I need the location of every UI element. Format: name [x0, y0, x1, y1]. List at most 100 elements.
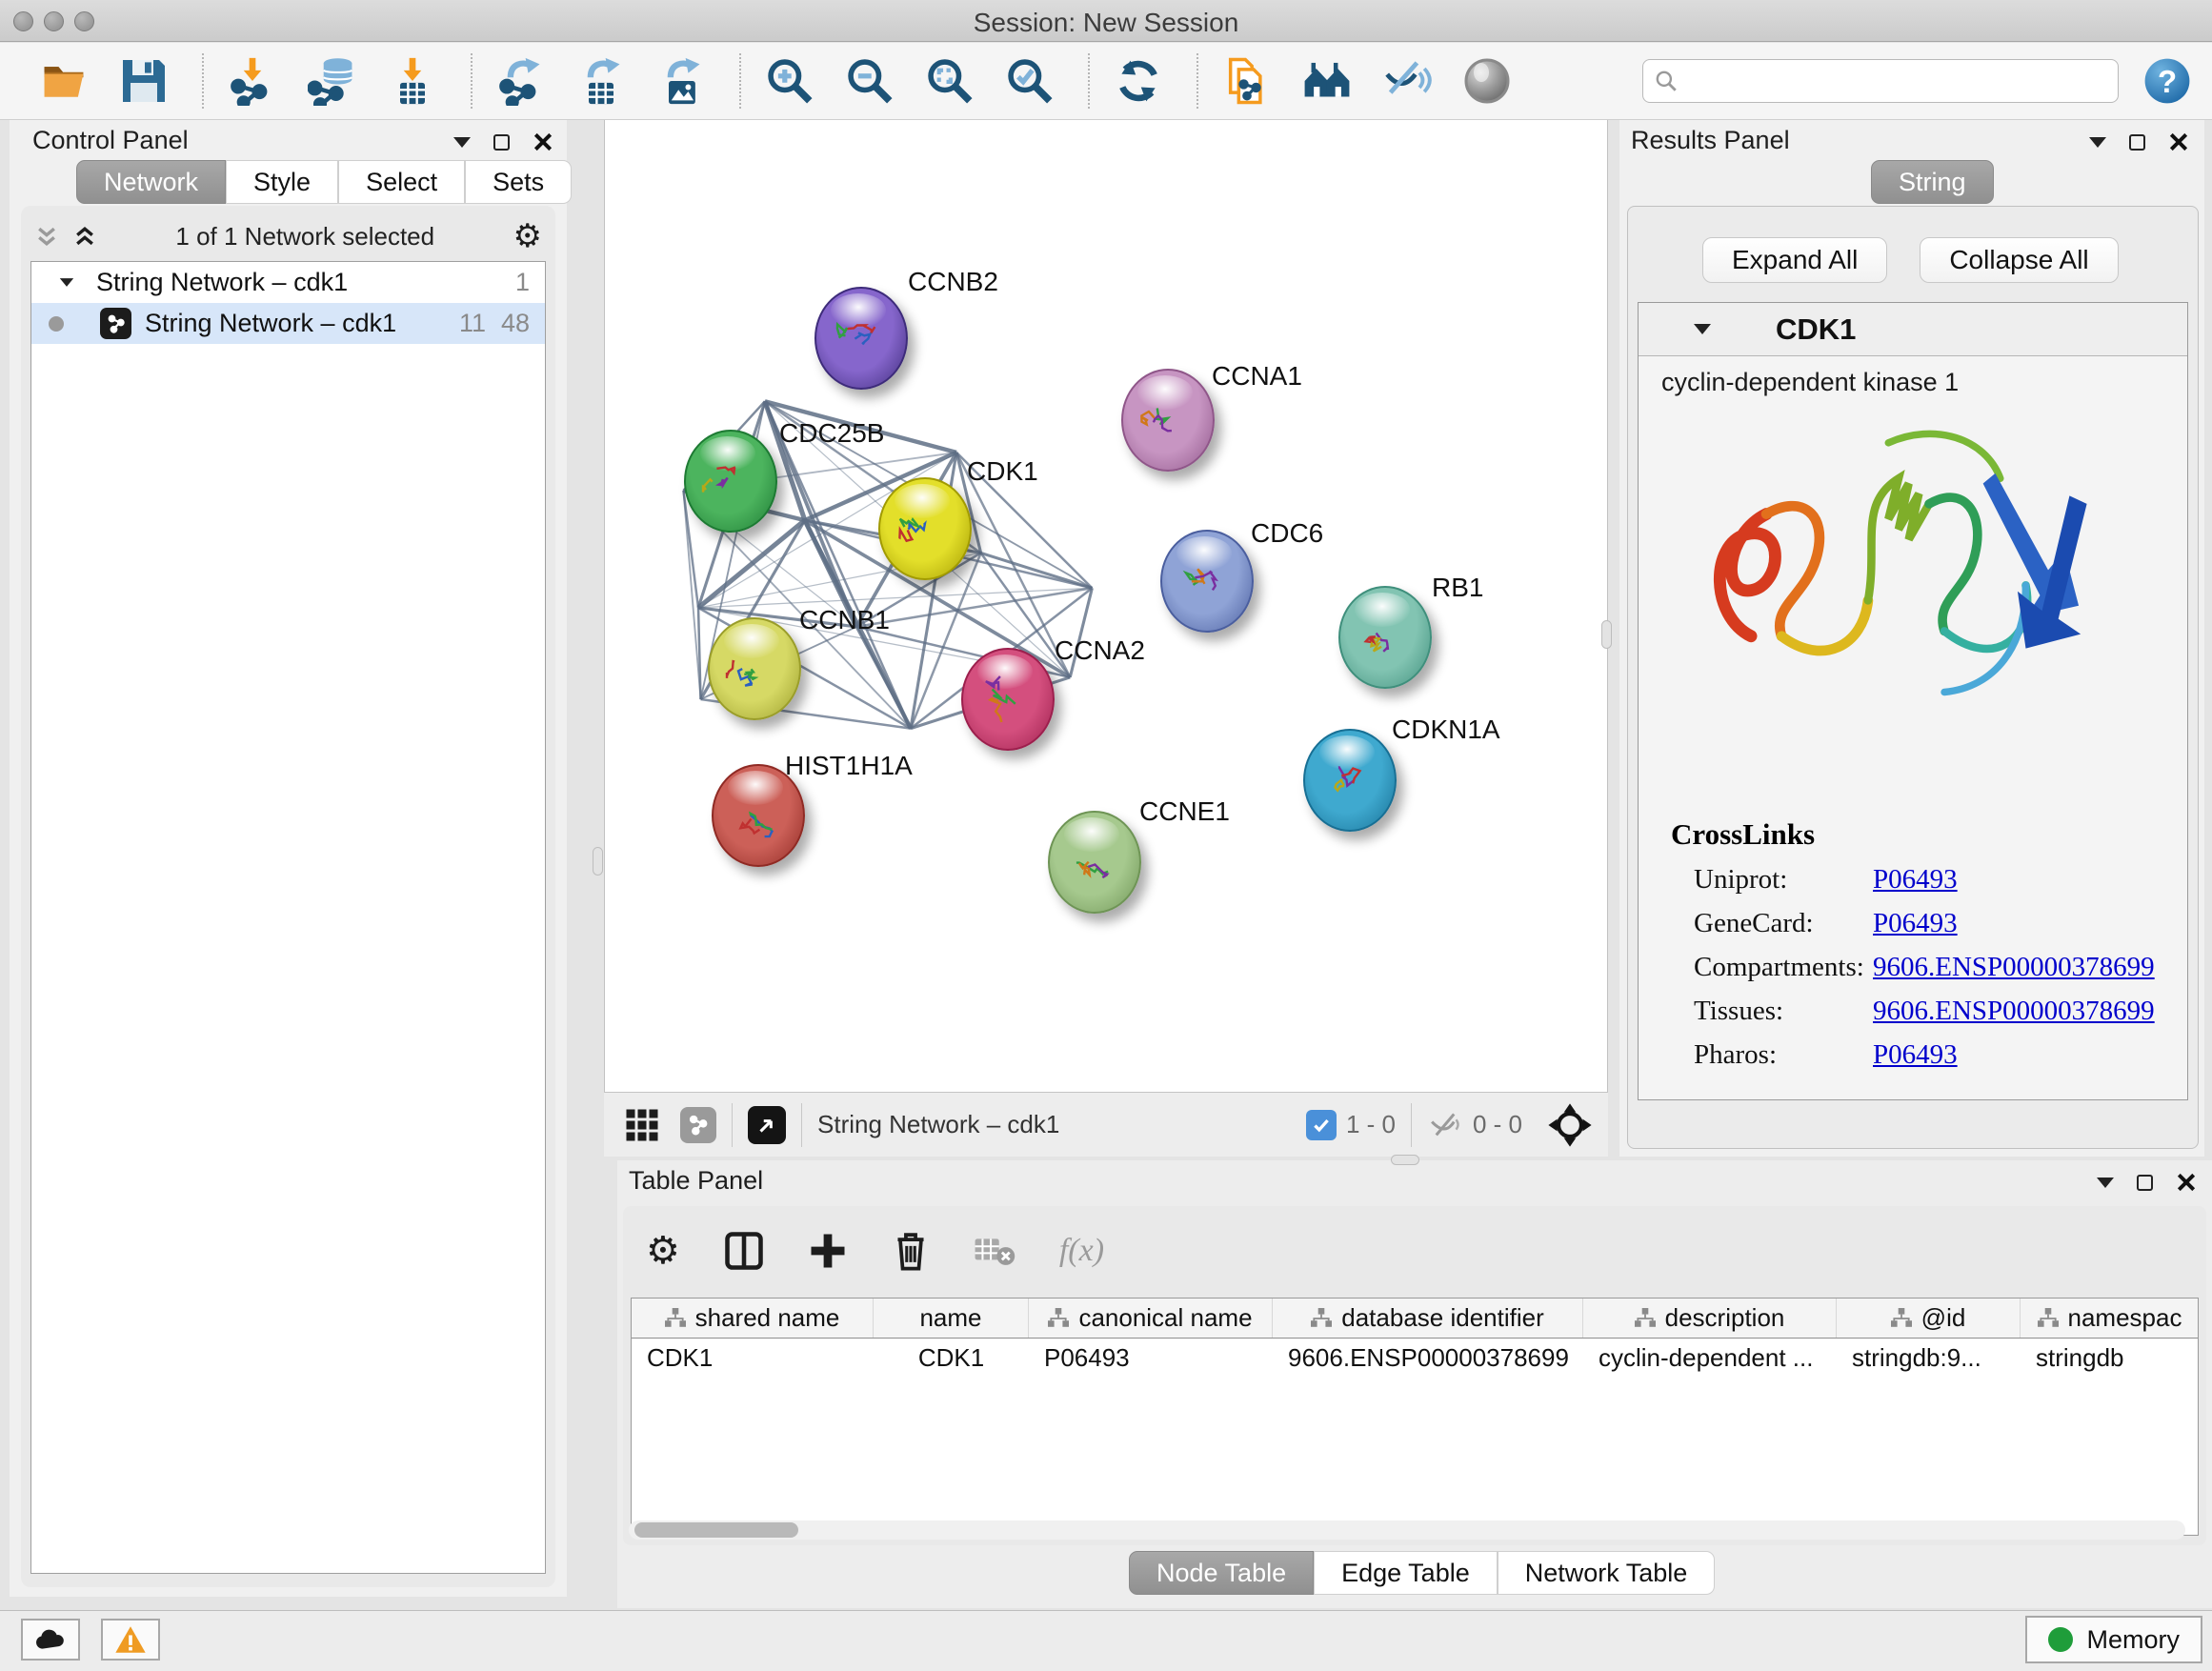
table-cell[interactable]: CDK1 — [874, 1339, 1029, 1377]
network-tab-content: 1 of 1 Network selected ⚙ String Network… — [21, 206, 555, 1587]
table-cell[interactable]: stringdb:9... — [1837, 1339, 2021, 1377]
zoom-selected-icon[interactable] — [1002, 53, 1057, 109]
column-header-database-identifier[interactable]: database identifier — [1273, 1299, 1583, 1338]
results-panel: Results Panel String Expand All Collapse… — [1619, 120, 2204, 1157]
horizontal-scrollbar[interactable] — [629, 1520, 2185, 1540]
section-expander-icon[interactable] — [1694, 324, 1711, 334]
table-cell[interactable]: P06493 — [1029, 1339, 1273, 1377]
panel-menu-icon[interactable] — [2089, 137, 2106, 148]
gene-section-header[interactable]: CDK1 — [1639, 303, 2187, 356]
warnings-button[interactable] — [101, 1619, 160, 1661]
search-input[interactable] — [1642, 59, 2119, 103]
grid-view-icon[interactable] — [625, 1108, 659, 1142]
export-image-icon[interactable] — [654, 53, 709, 109]
tab-node-table[interactable]: Node Table — [1129, 1551, 1314, 1595]
tab-string[interactable]: String — [1871, 160, 1994, 204]
tab-network[interactable]: Network — [76, 160, 226, 204]
delete-column-icon[interactable] — [892, 1230, 930, 1272]
network-node-ccna2[interactable] — [961, 648, 1055, 751]
bottom-splitter-handle[interactable] — [1391, 1155, 1419, 1165]
memory-button[interactable]: Memory — [2025, 1616, 2202, 1663]
network-node-cdkn1a[interactable] — [1303, 729, 1397, 832]
network-edge[interactable] — [683, 491, 700, 699]
tab-style[interactable]: Style — [226, 160, 338, 204]
column-header-description[interactable]: description — [1583, 1299, 1837, 1338]
network-node-cdk1[interactable] — [878, 477, 972, 580]
table-cell[interactable]: stringdb — [2021, 1339, 2199, 1377]
column-header-at-id[interactable]: @id — [1837, 1299, 2021, 1338]
network-node-rb1[interactable] — [1338, 586, 1432, 689]
cloud-status-button[interactable] — [21, 1619, 80, 1661]
selected-checkbox-icon[interactable] — [1306, 1110, 1337, 1140]
network-row[interactable]: String Network – cdk1 11 48 — [31, 303, 545, 344]
save-session-icon[interactable] — [116, 53, 171, 109]
collection-expander-icon[interactable] — [60, 278, 73, 287]
network-options-gear-icon[interactable]: ⚙ — [513, 220, 542, 252]
table-cell[interactable]: cyclin-dependent ... — [1583, 1339, 1837, 1377]
zoom-out-icon[interactable] — [842, 53, 897, 109]
import-table-icon[interactable] — [385, 53, 440, 109]
network-node-cdc6[interactable] — [1160, 530, 1254, 633]
tab-edge-table[interactable]: Edge Table — [1314, 1551, 1498, 1595]
scrollbar-thumb[interactable] — [634, 1522, 798, 1538]
crosslink-link[interactable]: 9606.ENSP00000378699 — [1873, 952, 2155, 983]
expand-all-networks-icon[interactable] — [72, 224, 97, 249]
add-column-icon[interactable] — [808, 1231, 848, 1271]
network-edge[interactable] — [698, 520, 805, 608]
table-cell[interactable]: 9606.ENSP00000378699 — [1273, 1339, 1583, 1377]
close-panel-icon[interactable] — [2168, 131, 2189, 152]
table-row[interactable]: CDK1CDK1P064939606.ENSP00000378699cyclin… — [632, 1339, 2198, 1377]
panel-menu-icon[interactable] — [2097, 1178, 2114, 1188]
column-header-name[interactable]: name — [874, 1299, 1029, 1338]
crosslink-link[interactable]: P06493 — [1873, 1039, 1958, 1071]
export-network-icon[interactable] — [493, 53, 549, 109]
open-session-icon[interactable] — [36, 53, 91, 109]
navigator-icon[interactable] — [748, 1106, 786, 1144]
panel-menu-icon[interactable] — [453, 137, 471, 148]
float-panel-icon[interactable] — [2129, 134, 2145, 151]
zoom-fit-content-icon[interactable] — [922, 53, 977, 109]
crosslink-link[interactable]: 9606.ENSP00000378699 — [1873, 996, 2155, 1027]
zoom-in-icon[interactable] — [762, 53, 817, 109]
float-panel-icon[interactable] — [2137, 1175, 2153, 1191]
crosslink-link[interactable]: P06493 — [1873, 864, 1958, 896]
close-panel-icon[interactable] — [2176, 1172, 2197, 1193]
refresh-view-icon[interactable] — [1111, 53, 1166, 109]
collapse-all-button[interactable]: Collapse All — [1920, 237, 2118, 283]
table-options-gear-icon[interactable]: ⚙ — [646, 1235, 680, 1267]
tab-select[interactable]: Select — [338, 160, 465, 204]
show-graphics-level-icon[interactable] — [1459, 53, 1515, 109]
collapse-all-networks-icon[interactable] — [34, 224, 59, 249]
left-splitter-handle[interactable] — [593, 847, 603, 876]
float-panel-icon[interactable] — [493, 134, 510, 151]
table-cell[interactable]: CDK1 — [632, 1339, 874, 1377]
hide-graphics-details-icon[interactable] — [1379, 53, 1435, 109]
expand-all-button[interactable]: Expand All — [1702, 237, 1887, 283]
string-home-icon[interactable] — [1299, 53, 1355, 109]
export-table-icon[interactable] — [573, 53, 629, 109]
share-session-file-icon[interactable] — [1219, 53, 1275, 109]
network-node-ccne1[interactable] — [1048, 811, 1141, 914]
right-splitter-handle[interactable] — [1601, 620, 1612, 649]
network-node-ccnb2[interactable] — [814, 287, 908, 390]
show-columns-icon[interactable] — [724, 1231, 764, 1271]
close-panel-icon[interactable] — [533, 131, 553, 152]
network-canvas[interactable]: CCNB2CCNA1CDC25BCDK1CDC6RB1CCNB1CCNA2CDK… — [604, 120, 1608, 1092]
column-header-canonical-name[interactable]: canonical name — [1029, 1299, 1273, 1338]
column-header-namespac[interactable]: namespac — [2021, 1299, 2199, 1338]
search-field-wrap — [1642, 59, 2119, 103]
network-node-ccna1[interactable] — [1121, 369, 1215, 472]
import-network-file-icon[interactable] — [225, 53, 280, 109]
network-node-cdc25b[interactable] — [684, 430, 777, 533]
tab-sets[interactable]: Sets — [465, 160, 572, 204]
tab-network-table[interactable]: Network Table — [1498, 1551, 1716, 1595]
import-network-database-icon[interactable] — [305, 53, 360, 109]
network-collection-row[interactable]: String Network – cdk1 1 — [31, 262, 545, 303]
crosslink-label: GeneCard: — [1694, 908, 1873, 939]
fit-selected-crosshair-icon[interactable] — [1547, 1102, 1593, 1148]
crosslink-link[interactable]: P06493 — [1873, 908, 1958, 939]
network-view-icon[interactable] — [680, 1107, 716, 1143]
network-node-ccnb1[interactable] — [708, 617, 801, 720]
help-icon[interactable]: ? — [2140, 53, 2195, 109]
column-header-shared-name[interactable]: shared name — [632, 1299, 874, 1338]
